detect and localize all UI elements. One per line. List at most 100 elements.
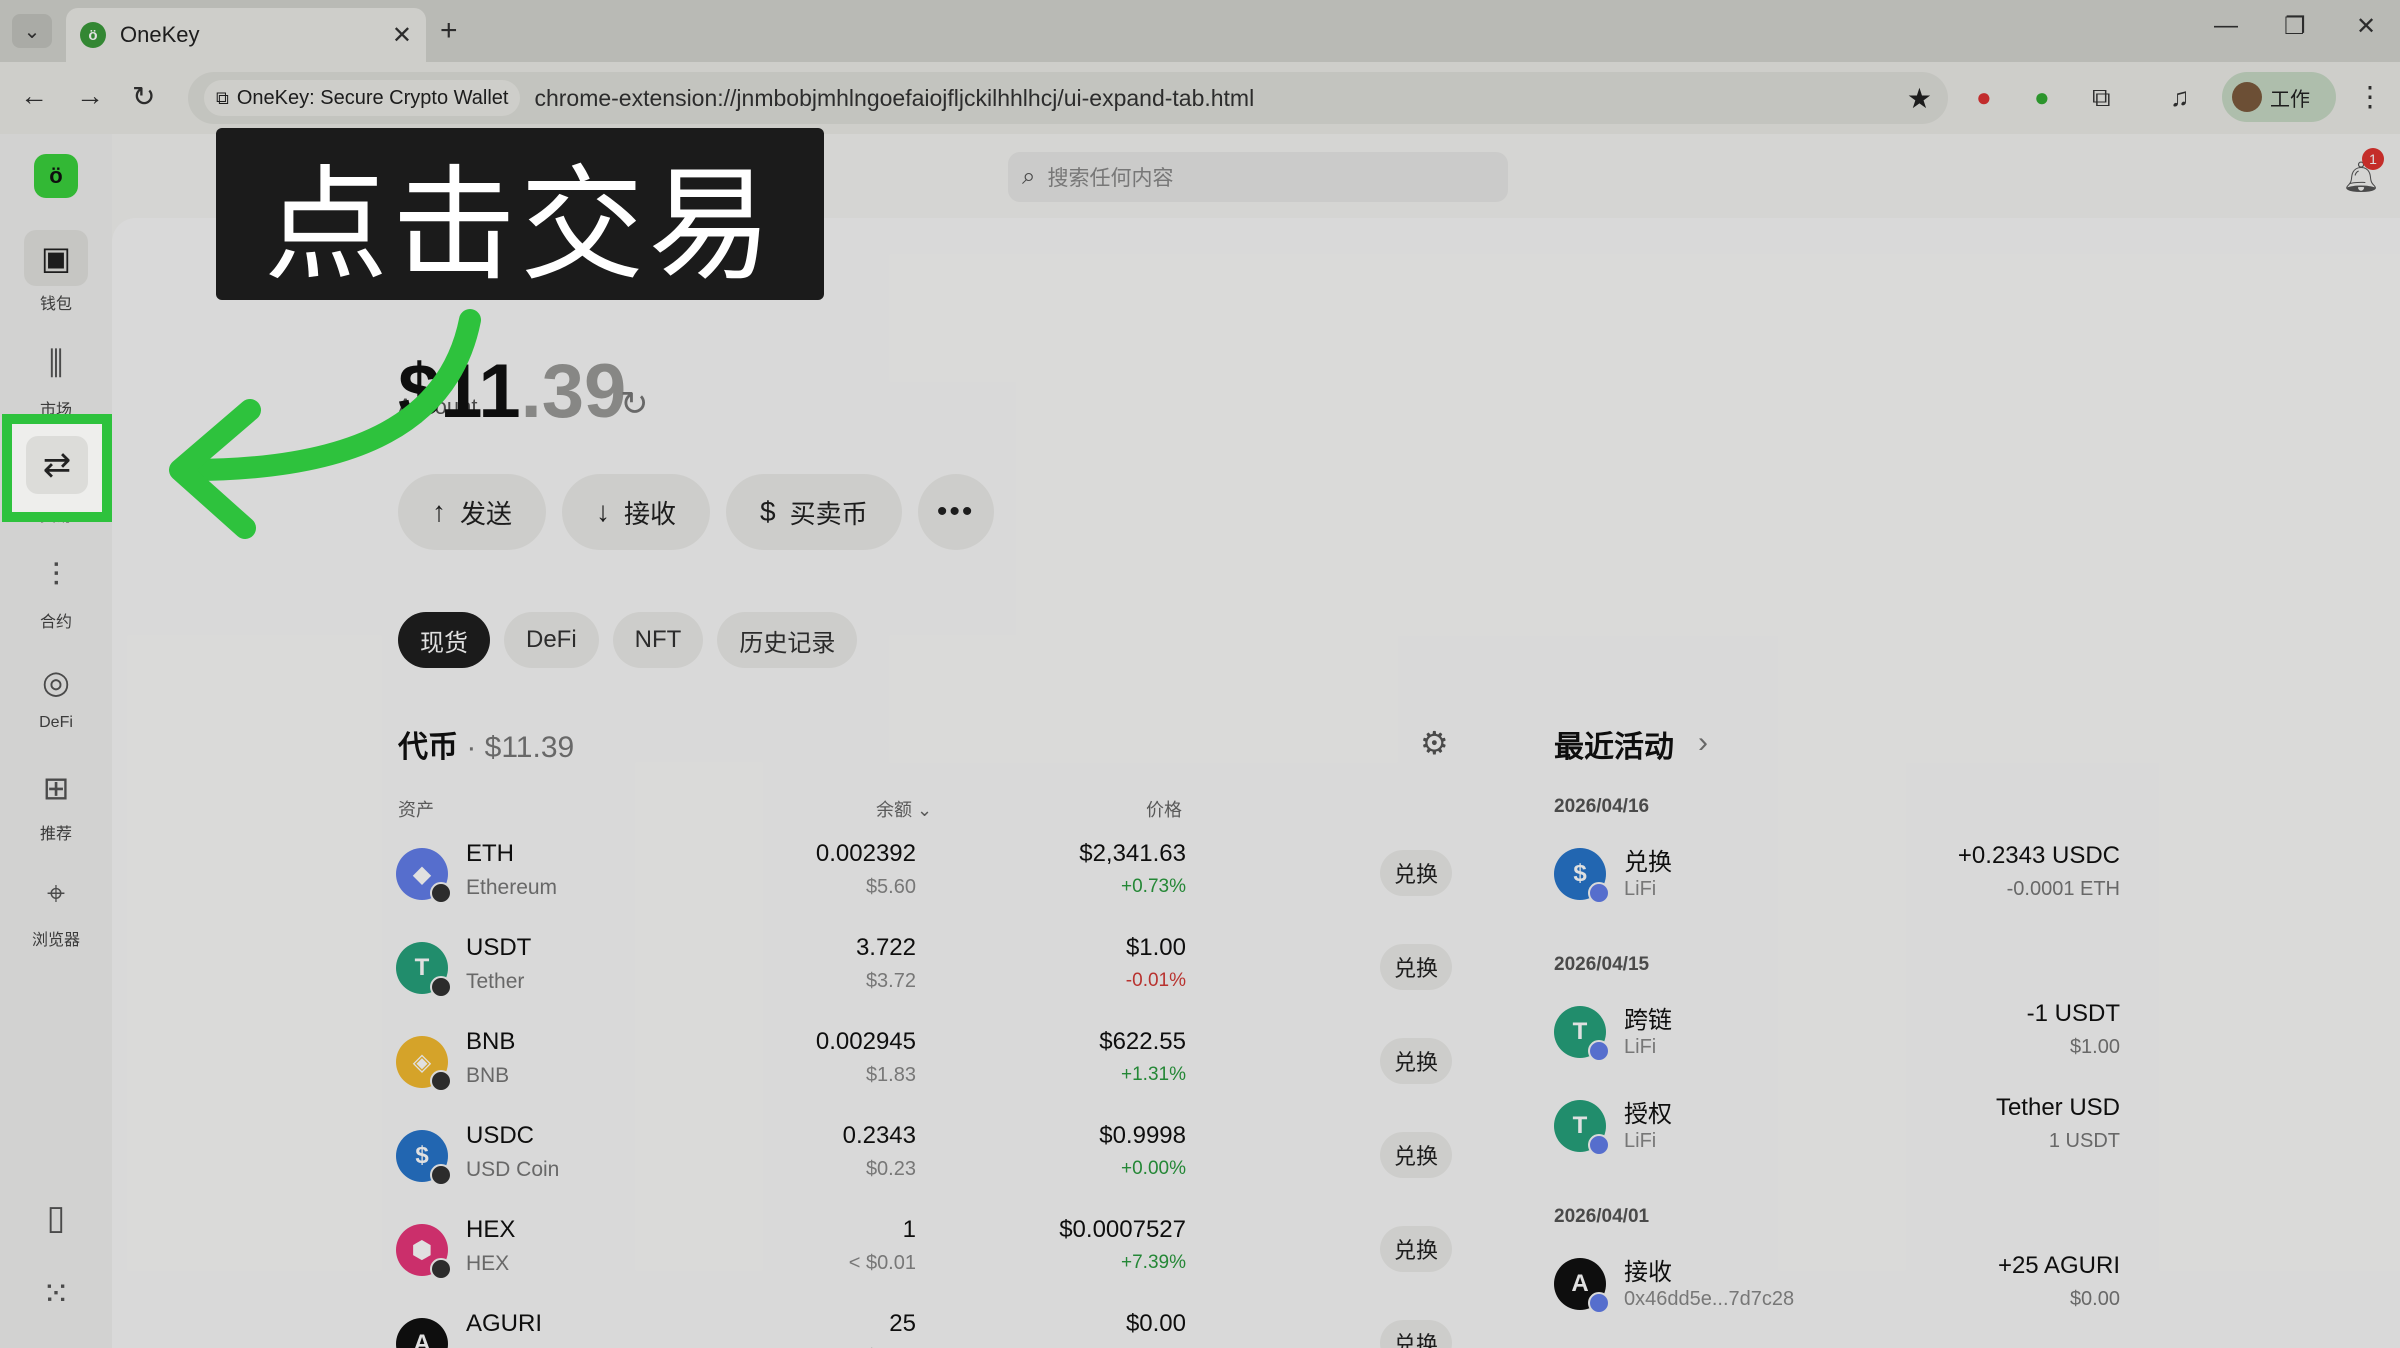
token-symbol: USDC bbox=[466, 1122, 535, 1149]
filter-sliders-icon[interactable]: ⚙︎ bbox=[1420, 724, 1449, 762]
sidebar-item-referral[interactable]: ⊞ 推荐 bbox=[0, 760, 112, 844]
token-balance: 1 bbox=[902, 1216, 916, 1243]
swap-button[interactable]: 兑换 bbox=[1380, 944, 1452, 990]
sidebar-item-browser[interactable]: ⌖ 浏览器 bbox=[0, 866, 112, 950]
swap-button[interactable]: 兑换 bbox=[1380, 1320, 1452, 1348]
bar-icon: ⫶ bbox=[51, 557, 60, 593]
token-change: +7.39% bbox=[1121, 1252, 1186, 1273]
token-balance: 0.002945 bbox=[815, 1028, 916, 1055]
extensions-icon[interactable]: ⧉ bbox=[2092, 82, 2111, 114]
chevron-right-icon[interactable]: › bbox=[1698, 726, 1708, 760]
search-input[interactable]: ⌕ 搜索任何内容 bbox=[1008, 152, 1508, 202]
token-logo-icon: A bbox=[396, 1318, 448, 1348]
token-row[interactable]: $ USDC USD Coin 0.2343 $0.23 $0.9998 +0.… bbox=[396, 1118, 1456, 1212]
compass-icon: ⌖ bbox=[46, 875, 66, 911]
trade-highlight-box[interactable]: ⇄ bbox=[2, 414, 112, 522]
activity-token-icon: T bbox=[1554, 1006, 1610, 1062]
activity-item[interactable]: T 跨链 LiFi -1 USDT $1.00 bbox=[1554, 1000, 2120, 1080]
token-change: +1.31% bbox=[1121, 1064, 1186, 1085]
close-icon[interactable]: ✕ bbox=[392, 21, 412, 50]
extension-puzzle-icon: ⧉ bbox=[216, 87, 229, 108]
token-price: $1.00 bbox=[1125, 934, 1186, 961]
new-tab-button[interactable]: + bbox=[440, 14, 458, 48]
activity-subamount: 1 USDT bbox=[2048, 1130, 2120, 1152]
media-control-icon[interactable]: ♫ bbox=[2170, 82, 2190, 113]
dollar-icon: $ bbox=[760, 496, 776, 527]
address-bar[interactable]: ⧉ OneKey: Secure Crypto Wallet chrome-ex… bbox=[188, 72, 1948, 124]
column-asset: 资产 bbox=[398, 800, 434, 820]
arrow-down-icon: ↓ bbox=[596, 496, 611, 527]
activity-source: 0x46dd5e...7d7c28 bbox=[1624, 1288, 1795, 1310]
send-button[interactable]: ↑ 发送 bbox=[398, 474, 547, 550]
activity-token-icon: $ bbox=[1554, 848, 1610, 904]
token-value: $0.23 bbox=[865, 1158, 916, 1180]
minimize-icon[interactable]: — bbox=[2214, 12, 2238, 40]
tab-spot[interactable]: 现货 bbox=[398, 612, 490, 668]
activity-date: 2026/04/15 bbox=[1554, 954, 1650, 975]
recent-activity-title[interactable]: 最近活动 bbox=[1554, 722, 1674, 766]
sidebar-item-market[interactable]: ⫼ 市场 bbox=[0, 336, 112, 420]
sidebar: ö ▣ 钱包 ⫼ 市场 ⇄ 交易 ⫶ 合约 ◎ DeFi ⊞ 推荐 ⌖ 浏览器 bbox=[0, 134, 112, 1348]
bookmark-star-icon[interactable]: ★ bbox=[1907, 82, 1932, 115]
swap-button[interactable]: 兑换 bbox=[1380, 850, 1452, 896]
tab-search-button[interactable]: ⌄ bbox=[12, 14, 52, 48]
activity-item[interactable]: $ 兑换 LiFi +0.2343 USDC -0.0001 ETH bbox=[1554, 842, 2120, 922]
wallet-icon: ▣ bbox=[24, 230, 88, 286]
token-row[interactable]: A AGURI AGURI 25 $0.00 $0.00 兑换 bbox=[396, 1306, 1456, 1348]
apps-grid-icon[interactable]: ⁙ bbox=[0, 1274, 112, 1314]
receive-button[interactable]: ↓ 接收 bbox=[562, 474, 711, 550]
token-symbol: AGURI bbox=[466, 1310, 543, 1337]
tab-defi[interactable]: DeFi bbox=[504, 612, 599, 668]
chain-badge-icon bbox=[1588, 1040, 1610, 1062]
activity-amount: -1 USDT bbox=[2026, 1000, 2120, 1027]
activity-amount: +0.2343 USDC bbox=[1957, 842, 2120, 869]
rings-icon: ◎ bbox=[42, 664, 70, 700]
reload-icon[interactable]: ↻ bbox=[132, 80, 155, 113]
token-logo-icon: $ bbox=[396, 1130, 452, 1186]
site-name: OneKey: Secure Crypto Wallet bbox=[236, 86, 509, 109]
back-icon[interactable]: ← bbox=[20, 80, 48, 112]
activity-item[interactable]: A 接收 0x46dd5e...7d7c28 +25 AGURI $0.00 bbox=[1554, 1252, 2120, 1332]
profile-button[interactable]: 工作 bbox=[2222, 72, 2336, 122]
buy-sell-button[interactable]: $ 买卖币 bbox=[726, 474, 902, 550]
swap-button[interactable]: 兑换 bbox=[1380, 1038, 1452, 1084]
extension-onekey-icon[interactable]: ● bbox=[2034, 82, 2050, 113]
swap-button[interactable]: 兑换 bbox=[1380, 1226, 1452, 1272]
swap-arrows-icon: ⇄ bbox=[26, 436, 88, 494]
url-text[interactable]: chrome-extension://jnmbobjmhlngoefaiojfl… bbox=[534, 85, 1906, 112]
column-balance[interactable]: 余额 ⌄ bbox=[876, 796, 932, 822]
token-row[interactable]: ◆ ETH Ethereum 0.002392 $5.60 $2,341.63 … bbox=[396, 836, 1456, 930]
activity-type: 兑换 bbox=[1624, 849, 1672, 876]
tab-history[interactable]: 历史记录 bbox=[717, 612, 858, 668]
site-info-chip[interactable]: ⧉ OneKey: Secure Crypto Wallet bbox=[204, 80, 521, 116]
onekey-favicon-icon: ö bbox=[80, 22, 106, 48]
token-name: Ethereum bbox=[466, 876, 558, 899]
refresh-icon[interactable]: ↻ bbox=[620, 384, 649, 424]
token-row[interactable]: ◈ BNB BNB 0.002945 $1.83 $622.55 +1.31% … bbox=[396, 1024, 1456, 1118]
candlestick-icon: ⫼ bbox=[48, 345, 64, 381]
extension-red-icon[interactable]: ● bbox=[1976, 82, 1992, 113]
restore-icon[interactable]: ❐ bbox=[2284, 12, 2306, 41]
browser-menu-icon[interactable]: ⋮ bbox=[2356, 80, 2384, 113]
device-icon[interactable]: ▯ bbox=[0, 1198, 112, 1238]
tab-nft[interactable]: NFT bbox=[612, 612, 704, 668]
notification-badge: 1 bbox=[2362, 148, 2384, 170]
main-area: ⌕ 搜索任何内容 🔔︎ 1 Account $11.39 ↻ ↑ 发送 ↓ 接收 $… bbox=[112, 134, 2400, 1348]
token-symbol: ETH bbox=[466, 840, 514, 867]
more-button[interactable]: ••• bbox=[917, 474, 994, 550]
swap-button[interactable]: 兑换 bbox=[1380, 1132, 1452, 1178]
forward-icon[interactable]: → bbox=[76, 80, 104, 112]
token-row[interactable]: ⬢ HEX HEX 1 < $0.01 $0.0007527 +7.39% 兑换 bbox=[396, 1212, 1456, 1306]
onekey-logo[interactable]: ö bbox=[34, 154, 78, 198]
sidebar-item-defi[interactable]: ◎ DeFi bbox=[0, 654, 112, 732]
token-balance: 0.2343 bbox=[842, 1122, 916, 1149]
window-close-icon[interactable]: ✕ bbox=[2356, 12, 2376, 41]
sidebar-item-contract[interactable]: ⫶ 合约 bbox=[0, 548, 112, 632]
activity-amount: Tether USD bbox=[1995, 1094, 2120, 1121]
token-price: $622.55 bbox=[1099, 1028, 1186, 1055]
token-row[interactable]: T USDT Tether 3.722 $3.72 $1.00 -0.01% 兑… bbox=[396, 930, 1456, 1024]
token-price: $0.00 bbox=[1125, 1310, 1186, 1337]
sidebar-item-wallet[interactable]: ▣ 钱包 bbox=[0, 230, 112, 314]
browser-tab-onekey[interactable]: ö OneKey ✕ bbox=[66, 8, 426, 62]
activity-item[interactable]: T 授权 LiFi Tether USD 1 USDT bbox=[1554, 1094, 2120, 1174]
